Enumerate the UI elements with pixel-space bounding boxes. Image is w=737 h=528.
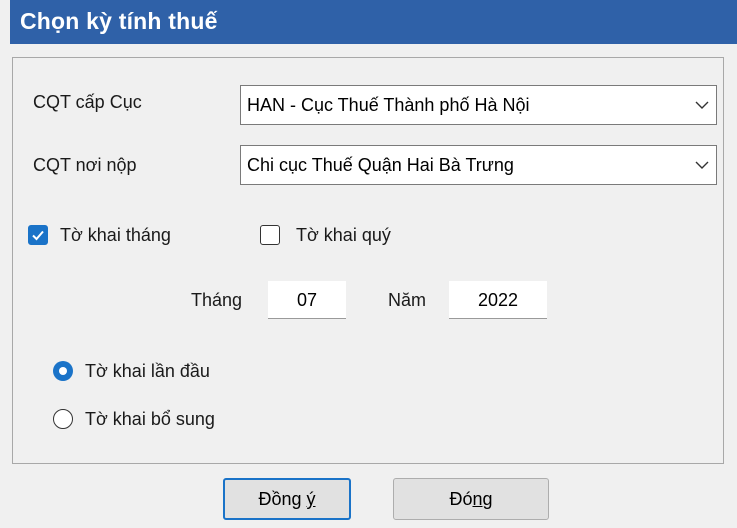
monthly-declaration-label: Tờ khai tháng [60,225,171,245]
window-title: Chọn kỳ tính thuế [20,8,218,34]
close-button-label: Đóng [449,489,493,509]
cqt-noi-nop-value: Chi cục Thuế Quận Hai Bà Trưng [247,155,514,175]
ok-button[interactable]: Đồng ý [223,478,351,520]
month-value: 07 [296,290,318,310]
year-input[interactable]: 2022 [449,281,547,319]
first-declaration-label: Tờ khai lần đầu [85,361,210,381]
quarterly-declaration-checkbox[interactable] [260,225,280,245]
cqt-cap-cuc-label: CQT cấp Cục [33,92,142,112]
month-label: Tháng [191,290,243,310]
month-input[interactable]: 07 [268,281,346,319]
cqt-cap-cuc-dropdown[interactable]: HAN - Cục Thuế Thành phố Hà Nội [240,85,717,125]
cqt-noi-nop-label: CQT nơi nộp [33,155,137,175]
close-button[interactable]: Đóng [393,478,549,520]
chevron-down-icon [695,161,709,169]
supplement-declaration-radio[interactable] [53,409,73,429]
quarterly-declaration-label: Tờ khai quý [296,225,391,245]
cqt-noi-nop-dropdown[interactable]: Chi cục Thuế Quận Hai Bà Trưng [240,145,717,185]
title-bar: Chọn kỳ tính thuế [10,0,737,44]
ok-button-label: Đồng ý [258,489,316,509]
first-declaration-radio[interactable] [53,361,73,381]
year-value: 2022 [477,290,519,310]
chevron-down-icon [695,101,709,109]
cqt-cap-cuc-value: HAN - Cục Thuế Thành phố Hà Nội [247,95,530,115]
monthly-declaration-checkbox[interactable] [28,225,48,245]
form-panel: CQT cấp Cục HAN - Cục Thuế Thành phố Hà … [12,57,724,464]
checkmark-icon [32,230,44,241]
choose-tax-period-dialog: Chọn kỳ tính thuế CQT cấp Cục HAN - Cục … [0,0,737,528]
supplement-declaration-label: Tờ khai bổ sung [85,409,215,429]
year-label: Năm [388,290,427,310]
